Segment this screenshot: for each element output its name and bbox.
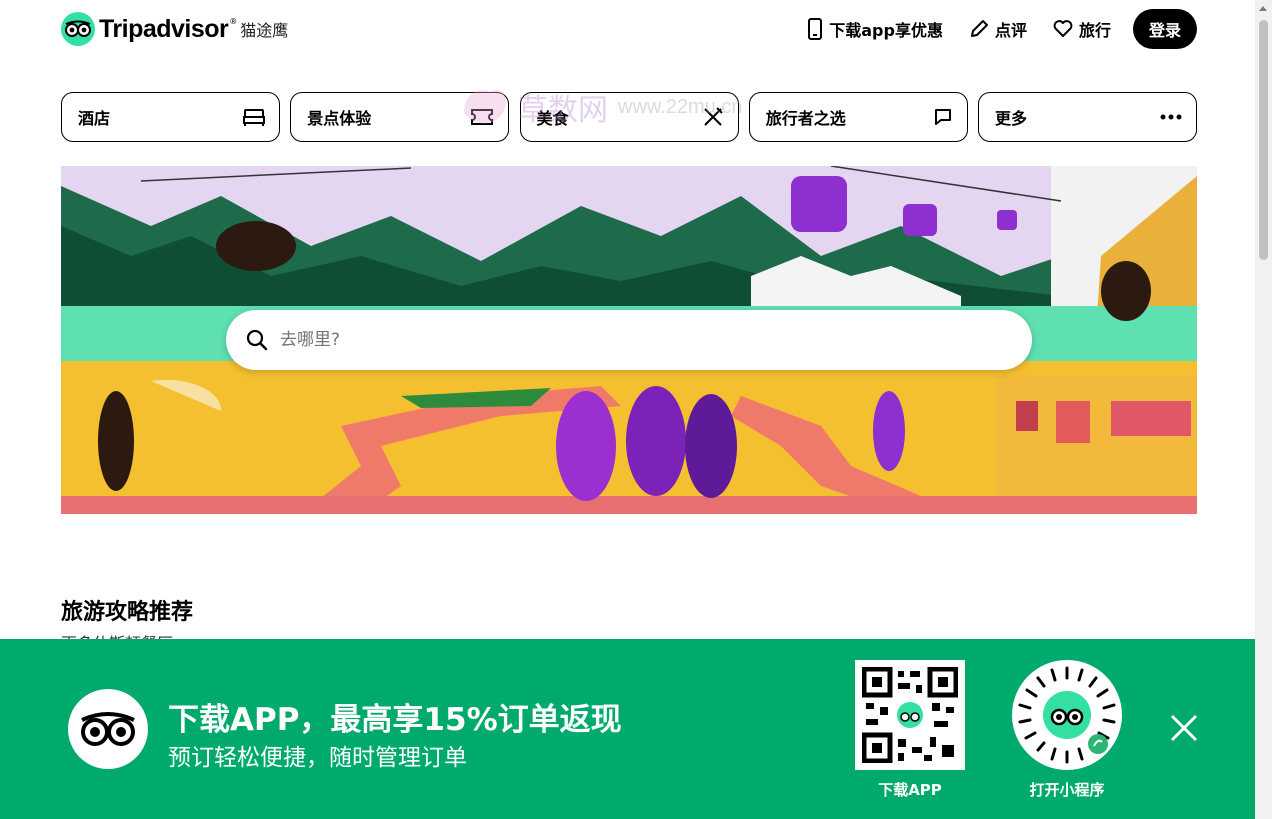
scrollbar[interactable]: [1255, 0, 1272, 819]
header-nav: 下载app享优惠 点评 旅行 登录: [781, 9, 1197, 49]
app-qr-code: [855, 660, 965, 770]
hero-banner: [61, 166, 1197, 514]
brand-name: Tripadvisor: [99, 14, 229, 43]
page: Tripadvisor ® 猫途鹰 下载app享优惠 点评 旅行 登录 酒店 景…: [0, 0, 1272, 819]
category-tabs: 酒店 景点体验 美食 旅行者之选 更多: [61, 92, 1197, 142]
login-button[interactable]: 登录: [1133, 9, 1197, 49]
tab-restaurants-label: 美食: [536, 109, 569, 128]
fork-knife-icon: [703, 107, 723, 126]
banner-title: 下载APP，最高享15%订单返现: [168, 702, 622, 738]
owl-logo-icon: [61, 12, 95, 46]
tab-travelers-choice-label: 旅行者之选: [765, 109, 846, 128]
search-input[interactable]: [280, 330, 980, 350]
close-icon: [1170, 714, 1198, 742]
registered-mark: ®: [229, 16, 238, 26]
qr-label: 下载APP: [878, 781, 942, 799]
scroll-up-arrow-icon[interactable]: [1259, 6, 1267, 11]
tab-more[interactable]: 更多: [978, 92, 1197, 142]
tab-attractions-label: 景点体验: [307, 109, 372, 128]
banner-close-button[interactable]: [1168, 712, 1200, 744]
ticket-icon: [471, 109, 494, 125]
tab-hotels[interactable]: 酒店: [61, 92, 280, 142]
tripadvisor-logo[interactable]: Tripadvisor ® 猫途鹰: [61, 12, 288, 46]
phone-icon: [808, 18, 823, 40]
review-link[interactable]: 点评: [969, 17, 1027, 41]
heart-icon: [1053, 20, 1073, 37]
app-download-banner: 下载APP，最高享15%订单返现 预订轻松便捷，随时管理订单 下载APP 打开小…: [0, 639, 1272, 819]
mini-program-code-icon: [1018, 666, 1116, 764]
search-bar[interactable]: [226, 310, 1032, 370]
brand-cn-name: 猫途鹰: [240, 21, 289, 40]
bed-icon: [243, 109, 265, 126]
trips-link[interactable]: 旅行: [1053, 17, 1111, 41]
pencil-icon: [970, 20, 988, 37]
tab-attractions[interactable]: 景点体验: [290, 92, 510, 142]
banner-subtitle: 预订轻松便捷，随时管理订单: [168, 745, 467, 771]
tab-restaurants[interactable]: 美食: [519, 92, 739, 142]
tab-hotels-label: 酒店: [78, 109, 111, 128]
download-app-link[interactable]: 下载app享优惠: [807, 17, 943, 41]
download-app-label: 下载app享优惠: [829, 21, 943, 40]
mini-program-code: [1012, 660, 1122, 770]
qr-code-icon: [862, 667, 958, 763]
trips-label: 旅行: [1078, 21, 1111, 40]
header: Tripadvisor ® 猫途鹰 下载app享优惠 点评 旅行 登录: [0, 0, 1254, 60]
chat-bubble-icon: [934, 109, 951, 125]
tab-more-label: 更多: [995, 109, 1028, 128]
banner-owl-icon: [68, 689, 148, 769]
tab-travelers-choice[interactable]: 旅行者之选: [748, 92, 968, 142]
search-icon: [246, 329, 268, 351]
review-label: 点评: [994, 21, 1027, 40]
mini-program-label: 打开小程序: [1029, 781, 1105, 799]
more-dots-icon: [1160, 114, 1182, 120]
section-title: 旅游攻略推荐: [61, 600, 194, 625]
scroll-thumb[interactable]: [1259, 20, 1268, 260]
